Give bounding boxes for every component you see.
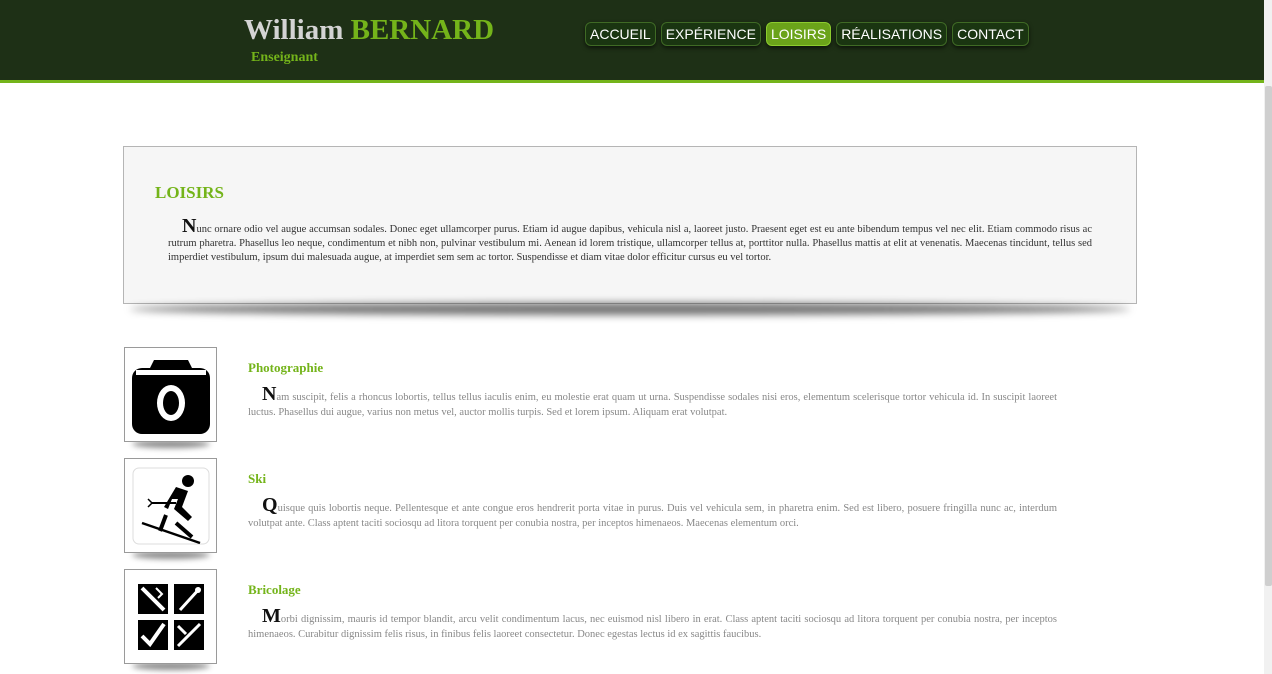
- intro-box: LOISIRS Nunc ornare odio vel augue accum…: [123, 146, 1137, 304]
- hobby-body: orbi dignissim, mauris id tempor blandit…: [248, 614, 1057, 640]
- intro-body: unc ornare odio vel augue accumsan sodal…: [168, 224, 1092, 263]
- dropcap: M: [262, 605, 281, 627]
- hobby-title: Ski: [248, 471, 267, 486]
- site-header: William BERNARD Enseignant ACCUEIL EXPÉR…: [0, 0, 1272, 83]
- hobby-thumbnail: [124, 347, 217, 442]
- camera-icon: [131, 359, 210, 434]
- hobby-thumbnail: [124, 569, 217, 664]
- hobby-text: Morbi dignissim, mauris id tempor blandi…: [248, 606, 1057, 642]
- first-name: William: [244, 14, 344, 46]
- tagline: Enseignant: [251, 50, 318, 65]
- hobby-title: Bricolage: [248, 582, 301, 597]
- nav-accueil[interactable]: ACCUEIL: [585, 22, 656, 46]
- hobby-text: Nam suscipit, felis a rhoncus lobortis, …: [248, 384, 1057, 420]
- hobby-body: uisque quis lobortis neque. Pellentesque…: [248, 503, 1057, 529]
- hobby-item-photographie: Photographie Nam suscipit, felis a rhonc…: [124, 347, 1124, 448]
- nav-loisirs[interactable]: LOISIRS: [765, 22, 832, 46]
- nav-realisations[interactable]: RÉALISATIONS: [836, 22, 948, 46]
- page-title: LOISIRS: [155, 183, 224, 202]
- skier-icon: [132, 467, 209, 544]
- hobby-thumbnail: [124, 458, 217, 553]
- tools-icon: [137, 583, 204, 650]
- box-shadow: [130, 303, 1130, 315]
- brand: William BERNARD Enseignant: [244, 12, 494, 66]
- hobby-title: Photographie: [248, 360, 324, 375]
- dropcap: Q: [262, 494, 278, 516]
- scrollbar-thumb[interactable]: [1265, 86, 1272, 586]
- intro-text: Nunc ornare odio vel augue accumsan soda…: [168, 216, 1092, 265]
- hobby-item-ski: Ski Quisque quis lobortis neque. Pellent…: [124, 458, 1124, 559]
- dropcap: N: [182, 215, 197, 237]
- hobby-text: Quisque quis lobortis neque. Pellentesqu…: [248, 495, 1057, 531]
- main-nav: ACCUEIL EXPÉRIENCE LOISIRS RÉALISATIONS …: [585, 22, 1029, 46]
- nav-contact[interactable]: CONTACT: [952, 22, 1029, 46]
- dropcap: N: [262, 383, 277, 405]
- hobby-item-bricolage: Bricolage Morbi dignissim, mauris id tem…: [124, 569, 1124, 670]
- nav-experience[interactable]: EXPÉRIENCE: [660, 22, 761, 46]
- site-title[interactable]: William BERNARD: [244, 12, 494, 48]
- hobby-body: am suscipit, felis a rhoncus lobortis, t…: [248, 392, 1057, 418]
- last-name: BERNARD: [350, 14, 495, 46]
